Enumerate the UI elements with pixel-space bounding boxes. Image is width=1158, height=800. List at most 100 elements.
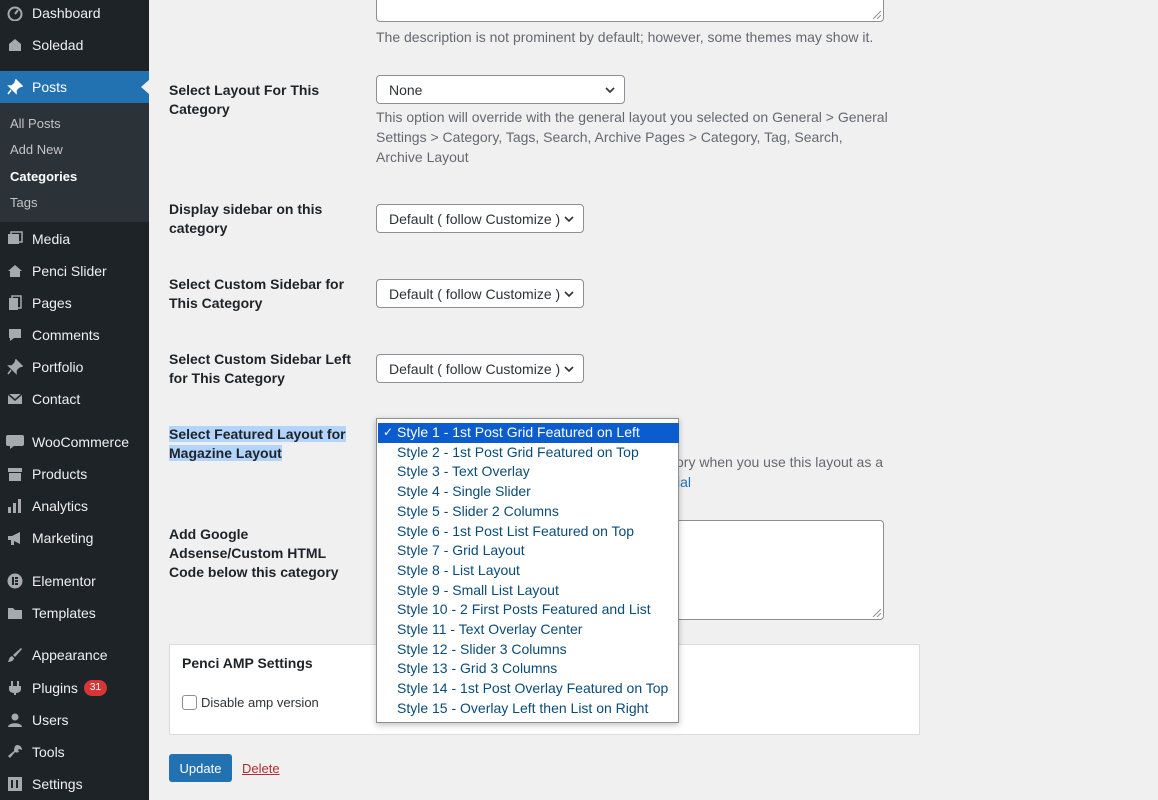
menu-users[interactable]: Users: [0, 704, 149, 736]
menu-products[interactable]: Products: [0, 458, 149, 490]
menu-label: Marketing: [32, 530, 94, 546]
soledad-icon: [6, 36, 24, 54]
update-button[interactable]: Update: [169, 754, 232, 782]
menu-soledad[interactable]: Soledad: [0, 29, 149, 61]
menu-media[interactable]: Media: [0, 223, 149, 255]
menu-penci-slider[interactable]: Penci Slider: [0, 255, 149, 287]
submenu-all-posts[interactable]: All Posts: [10, 116, 61, 131]
layout-select[interactable]: None: [376, 75, 625, 104]
custom-sidebar-left-select-value: Default ( follow Customize ): [389, 360, 561, 377]
featured-help-link[interactable]: ial: [677, 472, 691, 492]
custom-sidebar-left-select[interactable]: Default ( follow Customize ): [376, 354, 584, 383]
featured-layout-label-text: Select Featured Layout for Magazine Layo…: [169, 426, 346, 461]
featured-option[interactable]: Style 15 - Overlay Left then List on Rig…: [378, 699, 679, 719]
chevron-down-icon: [605, 87, 615, 94]
pushpin-icon: [6, 78, 24, 96]
amp-settings-title: Penci AMP Settings: [182, 655, 313, 671]
comments-icon: [6, 326, 24, 344]
featured-option[interactable]: Style 8 - List Layout: [378, 561, 679, 581]
elementor-icon: [6, 572, 24, 590]
featured-option[interactable]: Style 14 - 1st Post Overlay Featured on …: [378, 679, 679, 699]
menu-label: Elementor: [32, 573, 96, 589]
featured-help-text: ory when you use this layout as a: [676, 454, 884, 470]
dashboard-icon: [6, 4, 24, 22]
submenu-categories[interactable]: Categories: [10, 169, 77, 184]
featured-layout-label: Select Featured Layout for Magazine Layo…: [169, 425, 349, 463]
menu-analytics[interactable]: Analytics: [0, 490, 149, 522]
user-icon: [6, 711, 24, 729]
plugins-update-badge: 31: [83, 680, 108, 696]
menu-plugins[interactable]: Plugins 31: [0, 672, 149, 704]
submenu-tags[interactable]: Tags: [10, 195, 37, 210]
featured-option[interactable]: ✓ Style 1 - 1st Post Grid Featured on Lef…: [378, 423, 679, 443]
chevron-down-icon: [564, 366, 574, 373]
delete-link[interactable]: Delete: [242, 761, 280, 776]
menu-contact[interactable]: Contact: [0, 383, 149, 415]
menu-posts[interactable]: Posts: [0, 71, 149, 103]
menu-settings[interactable]: Settings: [0, 768, 149, 800]
featured-option[interactable]: Style 13 - Grid 3 Columns: [378, 659, 679, 679]
megaphone-icon: [6, 529, 24, 547]
featured-option[interactable]: Style 2 - 1st Post Grid Featured on Top: [378, 443, 679, 463]
menu-tools[interactable]: Tools: [0, 736, 149, 768]
sidebar-select[interactable]: Default ( follow Customize ): [376, 204, 584, 233]
description-textarea[interactable]: [376, 0, 884, 22]
featured-option[interactable]: Style 3 - Text Overlay: [378, 462, 679, 482]
custom-sidebar-label: Select Custom Sidebar for This Category: [169, 276, 345, 311]
brush-icon: [6, 646, 24, 664]
menu-portfolio[interactable]: Portfolio: [0, 351, 149, 383]
menu-label: Soledad: [32, 37, 84, 53]
sidebar-label: Display sidebar on this category: [169, 201, 323, 236]
menu-label: Analytics: [32, 498, 89, 514]
resize-handle-icon[interactable]: [871, 607, 881, 617]
featured-option[interactable]: Style 10 - 2 First Posts Featured and Li…: [378, 600, 679, 620]
featured-option[interactable]: Style 7 - Grid Layout: [378, 541, 679, 561]
menu-label: Users: [32, 712, 69, 728]
resize-handle-icon[interactable]: [871, 9, 881, 19]
featured-option[interactable]: Style 12 - Slider 3 Columns: [378, 640, 679, 660]
disable-amp-checkbox[interactable]: [182, 695, 197, 710]
menu-elementor[interactable]: Elementor: [0, 565, 149, 597]
home-icon: [6, 262, 24, 280]
amp-checkbox-row: Disable amp version: [182, 695, 319, 710]
menu-templates[interactable]: Templates: [0, 597, 149, 629]
custom-sidebar-left-label: Select Custom Sidebar Left for This Cate…: [169, 351, 352, 386]
layout-label: Select Layout For This Category: [169, 82, 320, 117]
featured-option[interactable]: Style 5 - Slider 2 Columns: [378, 502, 679, 522]
featured-option[interactable]: Style 4 - Single Slider: [378, 482, 679, 502]
menu-comments[interactable]: Comments: [0, 319, 149, 351]
menu-woocommerce[interactable]: WooCommerce: [0, 426, 149, 458]
layout-select-value: None: [389, 81, 423, 98]
featured-option[interactable]: Style 6 - 1st Post List Featured on Top: [378, 522, 679, 542]
admin-sidebar: Dashboard Soledad Posts All Posts Add Ne…: [0, 0, 149, 800]
media-icon: [6, 230, 24, 248]
folder-icon: [6, 604, 24, 622]
menu-label: Plugins: [32, 680, 78, 696]
featured-layout-dropdown[interactable]: ✓ Style 1 - 1st Post Grid Featured on Lef…: [376, 418, 679, 723]
pages-icon: [6, 294, 24, 312]
description-help-text: The description is not prominent by defa…: [376, 29, 874, 45]
menu-pages[interactable]: Pages: [0, 287, 149, 319]
menu-label: Comments: [32, 327, 100, 343]
custom-sidebar-select[interactable]: Default ( follow Customize ): [376, 279, 584, 308]
menu-label: Pages: [32, 295, 72, 311]
menu-label: Penci Slider: [32, 263, 107, 279]
menu-label: Products: [32, 466, 88, 482]
chevron-down-icon: [564, 291, 574, 298]
woocommerce-icon: [6, 433, 24, 451]
menu-appearance[interactable]: Appearance: [0, 639, 149, 671]
featured-option[interactable]: Style 11 - Text Overlay Center: [378, 620, 679, 640]
menu-label: Tools: [32, 744, 65, 760]
products-icon: [6, 465, 24, 483]
settings-icon: [6, 775, 24, 793]
mail-icon: [6, 390, 24, 408]
menu-marketing[interactable]: Marketing: [0, 522, 149, 554]
submenu-add-new[interactable]: Add New: [10, 142, 63, 157]
layout-help-text: This option will override with the gener…: [376, 109, 888, 165]
menu-dashboard[interactable]: Dashboard: [0, 0, 149, 29]
checkmark-icon: ✓: [383, 425, 394, 439]
featured-option[interactable]: Style 9 - Small List Layout: [378, 581, 679, 601]
menu-label: Portfolio: [32, 359, 84, 375]
menu-label: Contact: [32, 391, 81, 407]
menu-label: Dashboard: [32, 5, 101, 21]
